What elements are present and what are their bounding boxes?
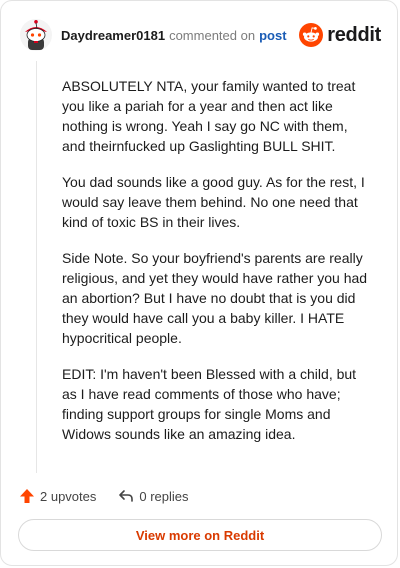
view-more-button[interactable]: View more on Reddit — [18, 519, 382, 551]
comment-meta: Daydreamer0181 commented on post — [61, 28, 287, 43]
comment-paragraph: EDIT: I'm haven't been Blessed with a ch… — [62, 366, 357, 442]
comment-actions: 2 upvotes 0 replies — [19, 486, 189, 506]
upvote-arrow-icon — [20, 489, 34, 503]
reply-count: 0 replies — [139, 488, 189, 504]
reply-arrow-icon — [119, 490, 134, 502]
reddit-brand[interactable]: reddit — [299, 23, 381, 47]
commented-on-text: commented on — [169, 27, 256, 43]
comment-embed-card: Daydreamer0181 commented on post reddit … — [0, 0, 398, 566]
comment-header: Daydreamer0181 commented on post reddit — [19, 15, 381, 55]
snoo-avatar-icon[interactable] — [19, 18, 53, 52]
comment-paragraph: ABSOLUTELY NTA, your family wanted to tr… — [62, 78, 356, 154]
comment-paragraph: You dad sounds like a good guy. As for t… — [62, 174, 365, 230]
thread-line — [36, 61, 37, 473]
upvote-count: 2 upvotes — [40, 488, 97, 504]
author-name[interactable]: Daydreamer0181 — [61, 28, 165, 43]
upvote-button[interactable]: 2 upvotes — [19, 488, 96, 504]
comment-paragraph: Side Note. So your boyfriend's parents a… — [62, 250, 368, 346]
comment-body: ABSOLUTELY NTA, your family wanted to tr… — [62, 76, 372, 460]
replies-button[interactable]: 0 replies — [118, 488, 189, 504]
reddit-logo-icon — [299, 23, 324, 47]
post-link[interactable]: post — [259, 28, 286, 43]
reddit-wordmark: reddit — [327, 23, 381, 46]
